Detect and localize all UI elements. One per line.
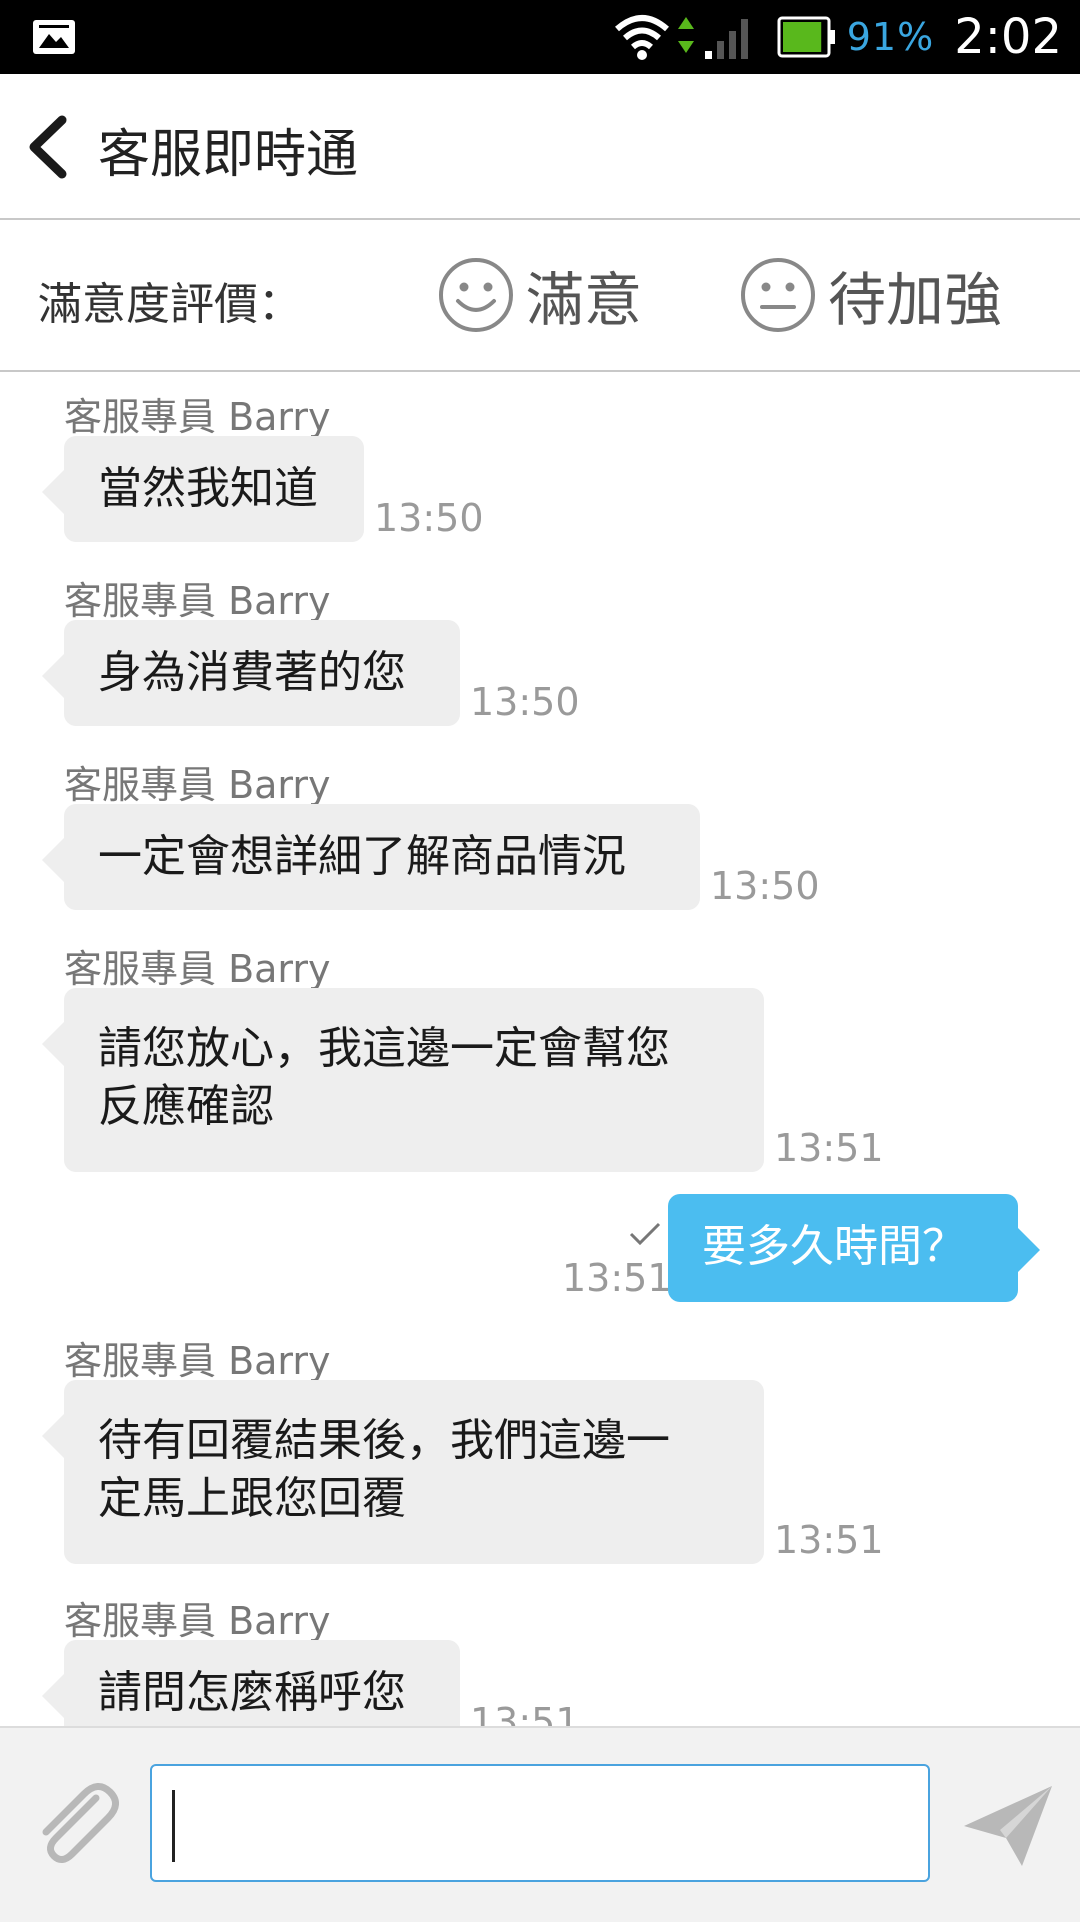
rating-satisfied-label: 滿意 (526, 266, 643, 334)
incoming-message-bubble[interactable]: 當然我知道 (42, 436, 364, 542)
wifi-icon (614, 15, 669, 60)
neutral-face-icon (741, 258, 815, 332)
message-text-line: 反應確認 (98, 1081, 274, 1132)
status-clock: 2:02 (954, 9, 1062, 65)
message-text: 當然我知道 (98, 463, 318, 514)
incoming-message-bubble[interactable]: 身為消費著的您 (42, 620, 460, 726)
battery-percentage: 91% (846, 15, 935, 59)
message-sender: 客服專員 Barry (64, 579, 331, 623)
message-composer (0, 1726, 1080, 1922)
incoming-message-bubble[interactable]: 請您放心，我這邊一定會幫您 反應確認 (42, 988, 764, 1172)
paperclip-icon[interactable] (26, 1776, 122, 1872)
app-header: 客服即時通 (0, 74, 1080, 220)
message-text: 身為消費著的您 (98, 647, 406, 698)
text-cursor (172, 1790, 175, 1862)
message-text: 請問怎麼稱呼您 (98, 1667, 406, 1718)
message-time: 13:51 (562, 1256, 672, 1300)
message-input[interactable] (150, 1764, 930, 1882)
message-time: 13:50 (470, 680, 580, 724)
rating-label: 滿意度評價： (38, 279, 302, 330)
message-text-line: 定馬上跟您回覆 (98, 1473, 406, 1524)
incoming-message-bubble[interactable]: 一定會想詳細了解商品情況 (42, 804, 700, 910)
page-title: 客服即時通 (98, 125, 359, 185)
chat-message-list[interactable]: 客服專員 Barry 當然我知道 13:50 客服專員 Barry 身為消費著的… (0, 372, 1080, 1726)
message-text-line: 待有回覆結果後，我們這邊一 (98, 1415, 670, 1466)
message-time: 13:50 (374, 496, 484, 540)
read-check-icon (629, 1222, 661, 1246)
message-sender: 客服專員 Barry (64, 395, 331, 439)
message-time: 13:51 (470, 1700, 580, 1726)
battery-icon (777, 16, 835, 58)
message-sender: 客服專員 Barry (64, 1339, 331, 1383)
signal-icon (704, 19, 748, 59)
message-sender: 客服專員 Barry (64, 947, 331, 991)
rating-needs-improvement-label: 待加強 (828, 266, 1003, 334)
data-arrows-icon (677, 17, 694, 53)
message-sender: 客服專員 Barry (64, 763, 331, 807)
rating-satisfied-button[interactable]: 滿意 (438, 254, 642, 336)
message-text: 要多久時間？ (702, 1221, 966, 1272)
outgoing-message-bubble[interactable]: 要多久時間？ (668, 1194, 1040, 1302)
image-icon (33, 20, 75, 54)
satisfaction-rating-bar: 滿意度評價： 滿意 待加強 (0, 220, 1080, 372)
message-time: 13:51 (774, 1126, 884, 1170)
status-bar: 91% 2:02 (0, 0, 1080, 74)
message-sender: 客服專員 Barry (64, 1599, 331, 1643)
message-text: 一定會想詳細了解商品情況 (98, 831, 626, 882)
message-time: 13:50 (710, 864, 820, 908)
incoming-message-bubble[interactable]: 請問怎麼稱呼您 (42, 1640, 460, 1726)
rating-needs-improvement-button[interactable]: 待加強 (740, 254, 1002, 336)
chevron-left-icon[interactable] (24, 114, 74, 180)
message-text-line: 請您放心，我這邊一定會幫您 (98, 1023, 670, 1074)
smile-face-icon (439, 258, 513, 332)
incoming-message-bubble[interactable]: 待有回覆結果後，我們這邊一 定馬上跟您回覆 (42, 1380, 764, 1564)
send-icon[interactable] (960, 1782, 1056, 1870)
message-time: 13:51 (774, 1518, 884, 1562)
